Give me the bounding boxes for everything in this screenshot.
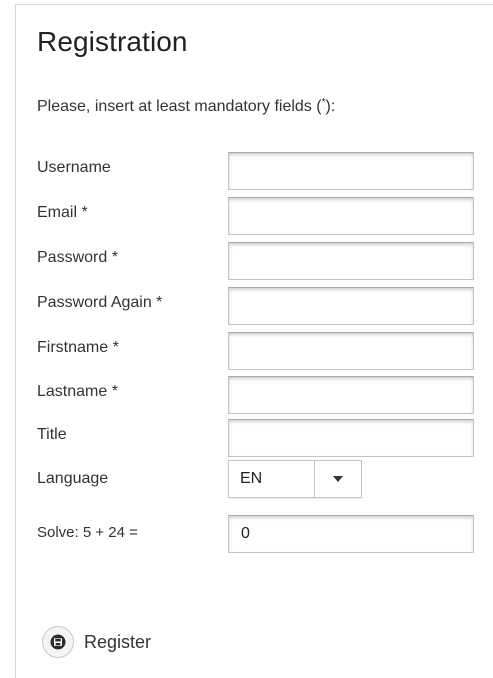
- register-label: Register: [84, 631, 152, 652]
- password-again-input[interactable]: [228, 287, 474, 325]
- firstname-label: Firstname *: [37, 339, 119, 356]
- email-label: Email *: [37, 204, 88, 221]
- password-input[interactable]: [228, 242, 474, 280]
- language-dropdown-toggle[interactable]: [314, 461, 361, 497]
- captcha-input[interactable]: [228, 515, 474, 553]
- floppy-disk-icon: [42, 626, 74, 658]
- page-title: Registration: [37, 26, 188, 57]
- title-input[interactable]: [228, 419, 474, 457]
- language-label: Language: [37, 470, 109, 487]
- language-selected-value: EN: [240, 470, 263, 487]
- email-input[interactable]: [228, 197, 474, 235]
- caret-down-icon: [333, 476, 343, 482]
- instructions-end: ):: [325, 98, 336, 115]
- language-select[interactable]: EN: [228, 460, 362, 498]
- lastname-input[interactable]: [228, 376, 474, 414]
- register-button[interactable]: Register: [42, 626, 151, 658]
- password-again-label: Password Again *: [37, 294, 163, 311]
- username-label: Username: [37, 159, 111, 176]
- username-input[interactable]: [228, 152, 474, 190]
- captcha-label: Solve: 5 + 24 =: [37, 524, 138, 541]
- lastname-label: Lastname *: [37, 383, 118, 400]
- title-label: Title: [37, 426, 67, 443]
- form-instructions: Please, insert at least mandatory fields…: [37, 97, 335, 116]
- instructions-text: Please, insert at least mandatory fields…: [37, 98, 322, 115]
- firstname-input[interactable]: [228, 332, 474, 370]
- password-label: Password *: [37, 249, 118, 266]
